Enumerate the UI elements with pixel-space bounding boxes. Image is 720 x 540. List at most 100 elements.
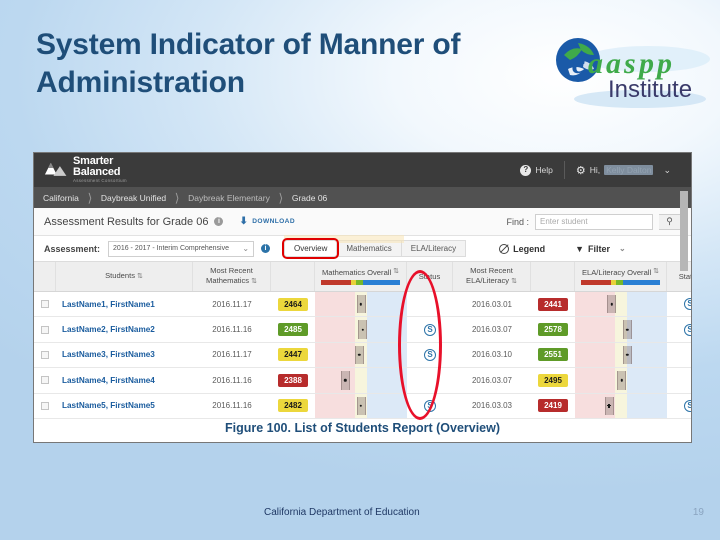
th-ela-status-label: Status: [678, 271, 691, 281]
th-ela-overall[interactable]: ELA/Literacy Overall ⇅: [575, 262, 667, 291]
funnel-icon: ▼: [575, 243, 585, 254]
th-ela-overall-label: ELA/Literacy Overall: [581, 267, 652, 277]
th-most-recent-ela[interactable]: Most Recent ELA/Literacy ⇅: [453, 262, 531, 291]
math-score-cell: 2464: [271, 292, 315, 316]
score-band-chart: [315, 342, 407, 368]
row-checkbox[interactable]: [41, 300, 49, 309]
math-status-icon[interactable]: S: [424, 399, 436, 412]
math-score-cell: 2482: [271, 394, 315, 418]
th-math-status: Status: [407, 262, 453, 291]
student-name-cell[interactable]: LastName4, FirstName4: [56, 368, 193, 392]
breadcrumb-item-california[interactable]: California: [40, 193, 82, 203]
help-button[interactable]: ? Help: [509, 164, 563, 176]
breadcrumb-item-daybreak-elementary[interactable]: Daybreak Elementary: [185, 193, 273, 203]
user-menu[interactable]: ⚙ Hi, Kelly Dalton ⌄: [565, 164, 682, 177]
legend-button[interactable]: Legend: [499, 243, 545, 254]
ela-status-cell: S: [667, 368, 691, 392]
math-score-cell: 2388: [271, 368, 315, 392]
brand-line-2: Balanced: [73, 166, 121, 179]
th-math-status-label: Status: [418, 271, 441, 281]
math-status-icon[interactable]: S: [424, 323, 436, 336]
th-mathematics-overall[interactable]: Mathematics Overall ⇅: [315, 262, 407, 291]
filter-button[interactable]: ▼ Filter ⌄: [575, 244, 626, 254]
ela-status-icon[interactable]: S: [684, 323, 691, 336]
math-overall-cell: [315, 393, 407, 418]
tab-ela-literacy[interactable]: ELA/Literacy: [400, 240, 467, 257]
math-score-cell: 2447: [271, 343, 315, 367]
score-band-chart: [575, 393, 667, 418]
ela-date-cell: 2016.03.07: [471, 325, 513, 335]
math-score-badge: 2447: [278, 348, 308, 362]
search-icon[interactable]: ⚲: [659, 213, 681, 230]
figure-caption: Figure 100. List of Students Report (Ove…: [224, 421, 501, 435]
gear-icon[interactable]: ⚙: [576, 164, 586, 177]
score-band-chart: [575, 368, 667, 393]
math-status-cell: S: [407, 343, 453, 367]
math-score-badge: 2485: [278, 323, 308, 337]
user-name: Kelly Dalton: [604, 165, 654, 175]
ela-date-cell: 2016.03.07: [471, 375, 513, 385]
scrollbar-thumb[interactable]: [680, 191, 688, 271]
table-row[interactable]: LastName1, FirstName1 2016.11.17 2464 S 2016…: [34, 292, 691, 318]
ela-score-badge: 2495: [538, 373, 568, 387]
row-checkbox[interactable]: [41, 376, 49, 385]
row-checkbox-cell[interactable]: [34, 292, 56, 316]
math-overall-cell: [315, 342, 407, 368]
info-circle-icon[interactable]: i: [214, 217, 224, 226]
ela-status-cell: S: [667, 317, 691, 341]
find-label: Find :: [506, 216, 529, 227]
breadcrumb-item-daybreak-unified[interactable]: Daybreak Unified: [98, 193, 169, 203]
ela-status-icon[interactable]: S: [684, 399, 691, 412]
tab-overview[interactable]: Overview: [282, 238, 340, 259]
student-name-link[interactable]: LastName1, FirstName1: [62, 300, 155, 309]
assessment-select[interactable]: 2016 - 2017 - Interim Comprehensive ⌄: [108, 240, 255, 257]
ela-overall-cell: [575, 393, 667, 418]
math-status-cell: S: [407, 317, 453, 341]
student-name-link[interactable]: LastName5, FirstName5: [62, 401, 155, 410]
student-name-cell[interactable]: LastName5, FirstName5: [56, 394, 193, 418]
row-checkbox-cell[interactable]: [34, 343, 56, 367]
breadcrumb-item-grade-06[interactable]: Grade 06: [289, 193, 330, 203]
results-toolbar: Assessment Results for Grade 06 i ⬇ DOWN…: [34, 208, 691, 236]
ela-status-icon[interactable]: S: [684, 298, 691, 311]
download-button[interactable]: ⬇ DOWNLOAD: [239, 216, 295, 227]
chevron-down-icon: ⌄: [663, 164, 671, 175]
row-checkbox-cell[interactable]: [34, 317, 56, 341]
math-status-cell: S: [407, 394, 453, 418]
download-icon: ⬇: [239, 216, 249, 227]
th-students[interactable]: Students ⇅: [56, 262, 193, 291]
row-checkbox-cell[interactable]: [34, 394, 56, 418]
table-row[interactable]: LastName5, FirstName5 2016.11.16 2482 S 2016…: [34, 393, 691, 419]
sort-icon: ⇅: [251, 277, 257, 285]
score-band-chart: [575, 292, 667, 317]
row-checkbox-cell[interactable]: [34, 368, 56, 392]
ela-score-cell: 2551: [531, 343, 575, 367]
row-checkbox[interactable]: [41, 325, 49, 334]
search-input[interactable]: Enter student: [535, 213, 653, 230]
sort-icon: ⇅: [393, 268, 400, 276]
student-name-link[interactable]: LastName2, FirstName2: [62, 325, 155, 334]
student-name-link[interactable]: LastName4, FirstName4: [62, 376, 155, 385]
math-date-cell: 2016.11.17: [212, 350, 252, 360]
math-status-icon[interactable]: S: [424, 348, 436, 361]
sort-icon: ⇅: [511, 277, 517, 285]
assessment-selected-value: 2016 - 2017 - Interim Comprehensive: [113, 245, 229, 252]
student-name-link[interactable]: LastName3, FirstName3: [62, 350, 155, 359]
ela-status-cell: S: [667, 292, 691, 316]
ela-score-cell: 2419: [531, 394, 575, 418]
table-row[interactable]: LastName4, FirstName4 2016.11.16 2388 S 2016…: [34, 368, 691, 394]
row-checkbox[interactable]: [41, 350, 49, 359]
student-name-cell[interactable]: LastName2, FirstName2: [56, 317, 193, 341]
row-checkbox[interactable]: [41, 401, 49, 410]
student-name-cell[interactable]: LastName1, FirstName1: [56, 292, 193, 316]
smarter-balanced-logo[interactable]: Smarter Balanced Assessment Consortium: [43, 156, 127, 183]
student-name-cell[interactable]: LastName3, FirstName3: [56, 343, 193, 367]
assessment-info-icon[interactable]: i: [261, 244, 271, 253]
greeting-label: Hi,: [589, 165, 601, 175]
th-most-recent-math[interactable]: Most Recent Mathematics ⇅: [193, 262, 271, 291]
table-row[interactable]: LastName3, FirstName3 2016.11.17 2447 S 2016…: [34, 342, 691, 369]
table-row[interactable]: LastName2, FirstName2 2016.11.16 2485 S 2016…: [34, 317, 691, 343]
slide-title-text: System Indicator of Manner of Administra…: [36, 28, 461, 100]
svg-text:a: a: [588, 47, 603, 80]
math-status-cell: S: [407, 368, 453, 392]
